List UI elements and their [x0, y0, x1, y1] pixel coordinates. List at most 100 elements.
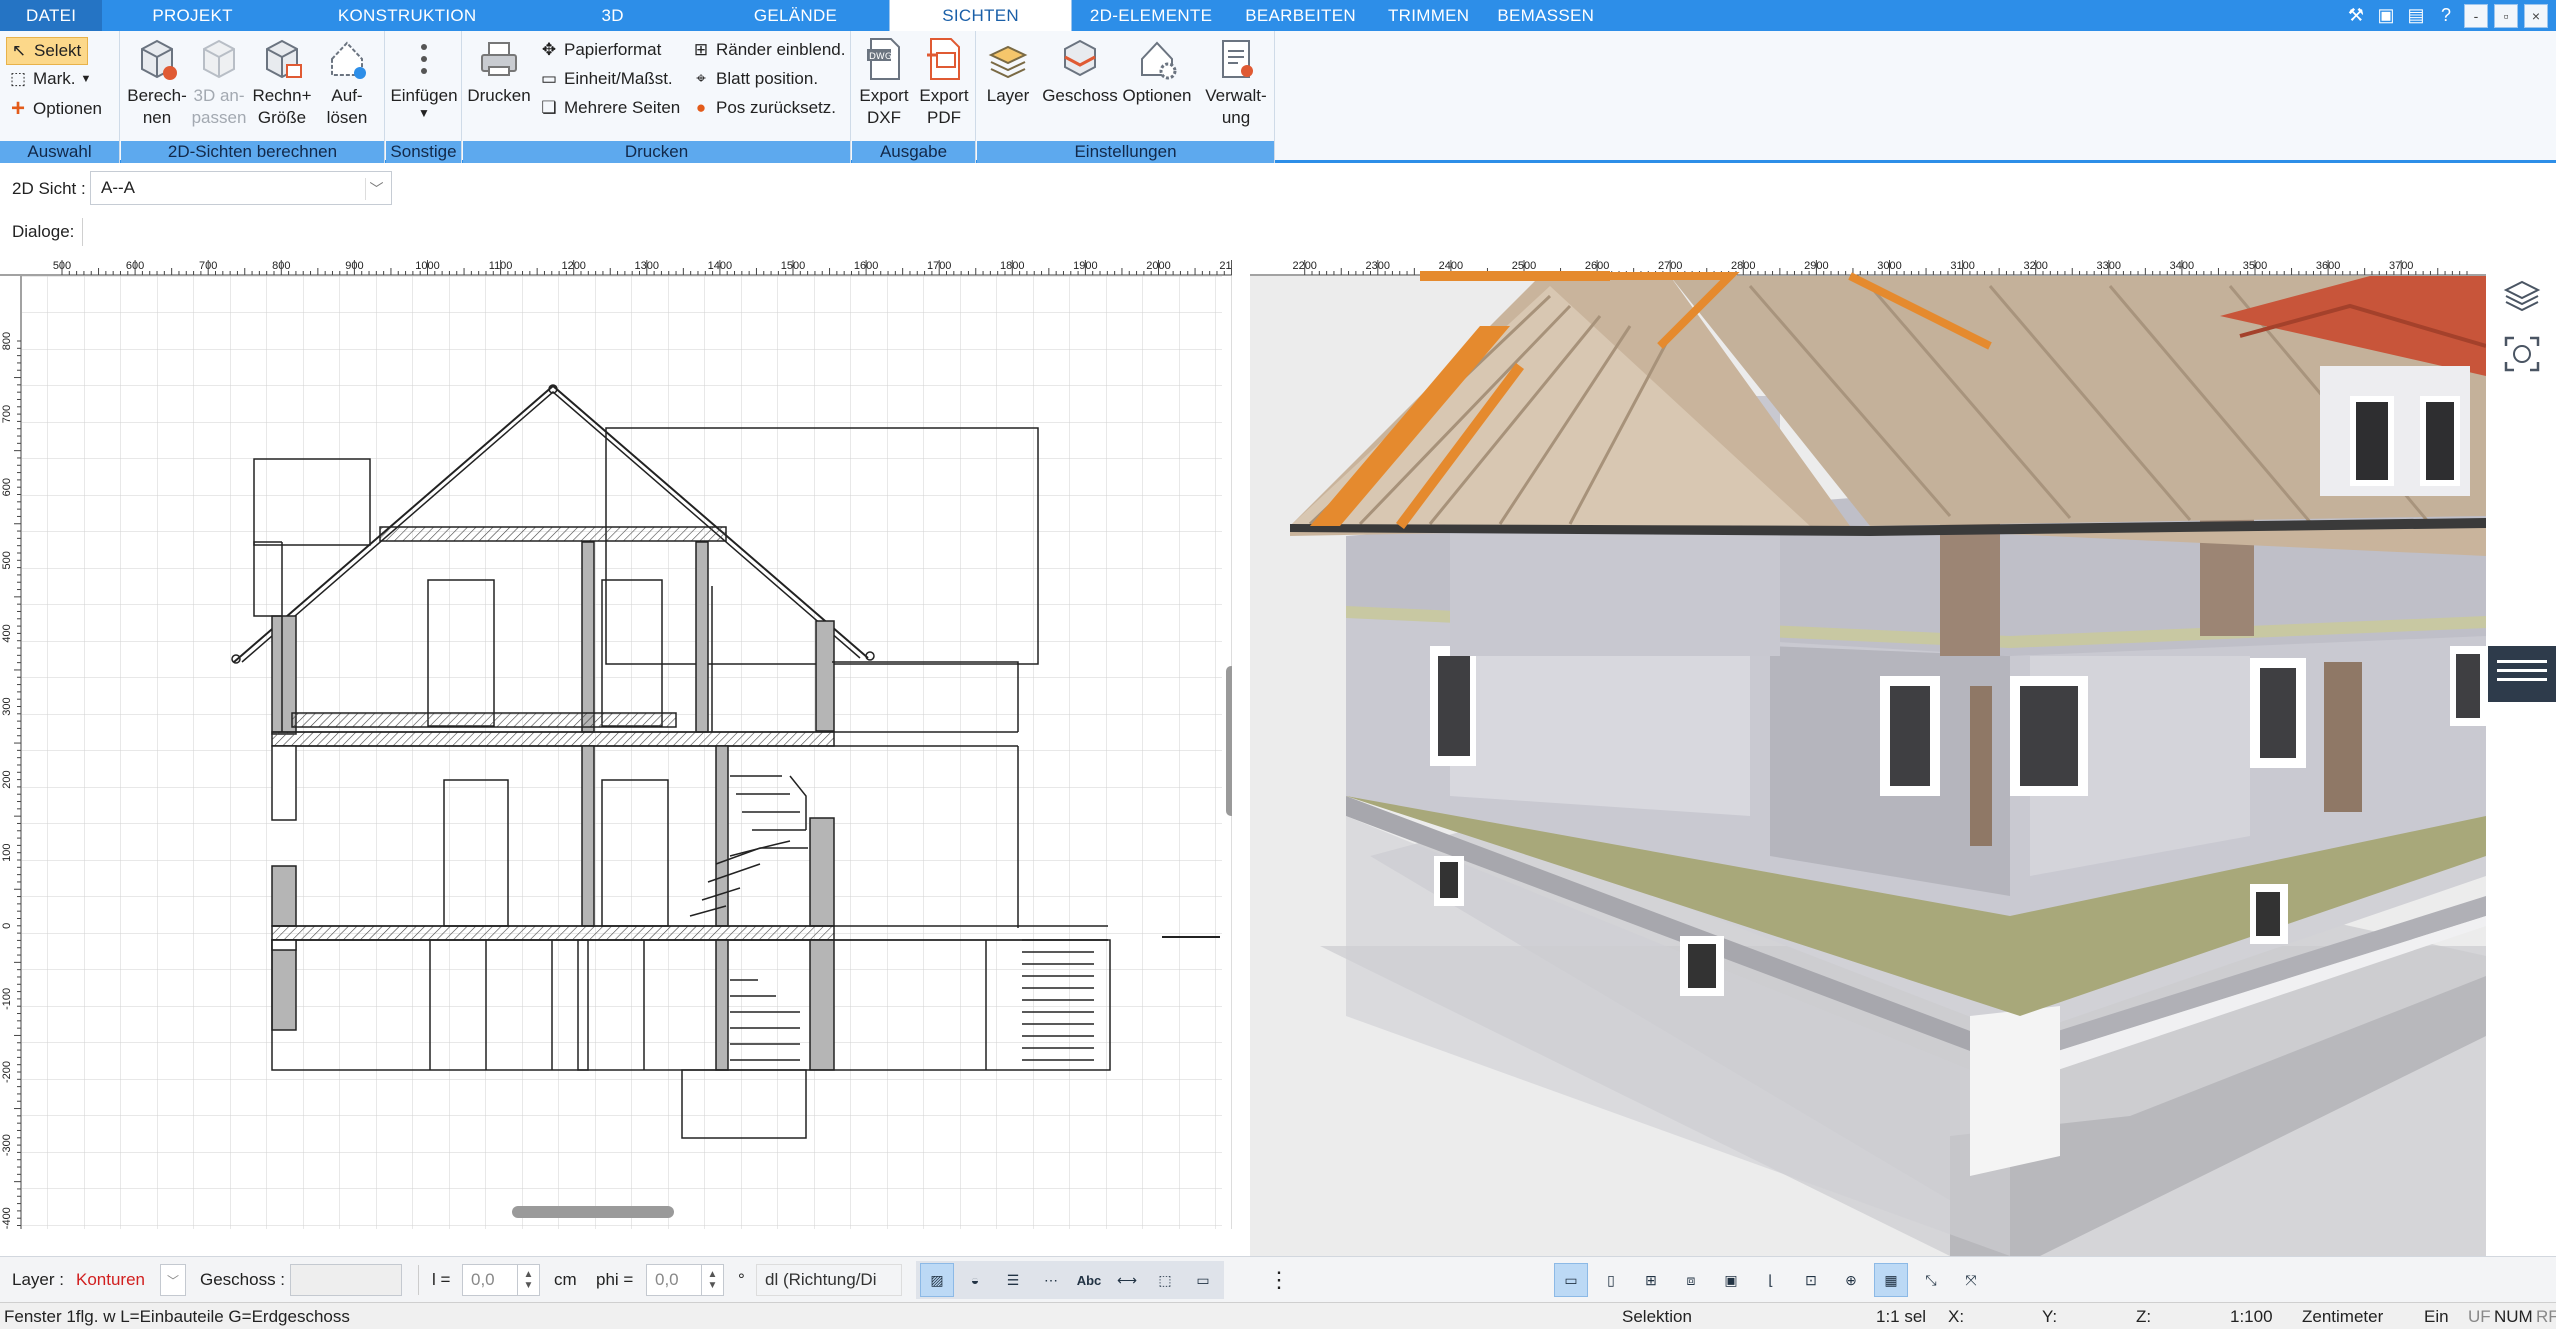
- pos-zuruecksetzen-button[interactable]: ● Pos zurücksetz.: [691, 94, 836, 122]
- length-unit: cm: [554, 1270, 577, 1289]
- tab-2d-elemente[interactable]: 2D-ELEMENTE: [1072, 0, 1231, 31]
- tab-datei[interactable]: DATEI: [0, 0, 103, 31]
- dxf-file-icon: DWG: [867, 38, 900, 80]
- drucken-button[interactable]: Drucken: [467, 35, 531, 107]
- viewport-3d[interactable]: 2200 2300 2400 2500 2600 2700 2800 2900 3000 3100…: [1250, 256, 2486, 1256]
- optionen-einstellungen-button[interactable]: Optionen: [1119, 35, 1195, 107]
- view-image-icon[interactable]: ▣: [1714, 1263, 1748, 1297]
- layers-panel-icon[interactable]: [2500, 272, 2544, 316]
- einheit-massstab-button[interactable]: ▭ Einheit/Maßst.: [539, 65, 673, 93]
- tab-3d[interactable]: 3D: [522, 0, 702, 31]
- view-icon[interactable]: ▤: [2404, 4, 2428, 28]
- tab-trimmen[interactable]: TRIMMEN: [1374, 0, 1483, 31]
- optionen-auswahl-button[interactable]: + Optionen: [8, 95, 102, 123]
- length-input[interactable]: 0,0 ▲ ▼: [462, 1257, 540, 1303]
- aufloesen-button[interactable]: Auf-lösen: [317, 35, 377, 129]
- panel-toggle-handle[interactable]: [2488, 646, 2556, 702]
- property-bar: Layer : Konturen ﹀ Geschoss : l = 0,0 ▲ ▼ …: [0, 1256, 2556, 1302]
- minimize-button[interactable]: -: [2464, 3, 2488, 28]
- window-controls: ⚒ ▣ ▤ ? - ▫ ×: [2344, 0, 2548, 31]
- fit-view-icon[interactable]: [2500, 332, 2544, 376]
- dialog-label: Dialoge:: [12, 222, 75, 241]
- layer-dropdown[interactable]: ﹀: [160, 1257, 186, 1303]
- status-bar: Fenster 1flg. w L=Einbauteile G=Erdgesch…: [0, 1302, 2556, 1329]
- tab-sichten[interactable]: SICHTEN: [889, 0, 1072, 31]
- berechnen-button[interactable]: Berech-nen: [125, 35, 189, 129]
- tab-projekt[interactable]: PROJEKT: [102, 0, 268, 31]
- papierformat-button[interactable]: ✥ Papierformat: [539, 36, 661, 64]
- tab-konstruktion[interactable]: KONSTRUKTION: [268, 0, 522, 31]
- view-section-icon[interactable]: ⧈: [1674, 1263, 1708, 1297]
- phi-input[interactable]: 0,0 ▲ ▼: [646, 1257, 724, 1303]
- group-label-sonstige: Sonstige: [386, 141, 461, 163]
- ruler-tick-label: 700: [1, 405, 13, 423]
- restore-button[interactable]: ▫: [2494, 3, 2518, 28]
- view-center-icon[interactable]: ⊡: [1794, 1263, 1828, 1297]
- geschoss-button[interactable]: Geschoss: [1042, 35, 1118, 107]
- close-button[interactable]: ×: [2524, 3, 2548, 28]
- margins-icon: ⊞: [693, 40, 709, 59]
- group-2d-sichten: Berech-nen 3D an-passen Rechn+ Größe Auf-…: [121, 31, 385, 163]
- vertical-scrollbar[interactable]: [1226, 666, 1236, 816]
- text-abc-icon[interactable]: Abc: [1072, 1263, 1106, 1297]
- horizontal-scrollbar[interactable]: [512, 1206, 674, 1218]
- blatt-position-button[interactable]: ⌖ Blatt position.: [691, 65, 818, 93]
- view-front-icon[interactable]: ▭: [1554, 1263, 1588, 1297]
- ruler-tick-label: 400: [1, 624, 13, 642]
- hatch-icon[interactable]: ▨: [920, 1263, 954, 1297]
- chevron-down-icon: ﹀: [365, 178, 387, 200]
- rechnen-groesse-button[interactable]: Rechn+ Größe: [249, 35, 315, 129]
- tab-bemassen[interactable]: BEMASSEN: [1483, 0, 1608, 31]
- more-vertical-icon[interactable]: ⋮: [1268, 1257, 1290, 1303]
- pdf-file-icon: [927, 38, 960, 80]
- view-corner-icon[interactable]: ⌊: [1754, 1263, 1788, 1297]
- phi-stepper[interactable]: ▲ ▼: [702, 1264, 724, 1296]
- snap-icon[interactable]: ⤡: [1914, 1263, 1948, 1297]
- tools-icon[interactable]: ⚒: [2344, 4, 2368, 28]
- mehrere-seiten-button[interactable]: ❏ Mehrere Seiten: [539, 94, 680, 122]
- tab-bearbeiten[interactable]: BEARBEITEN: [1231, 0, 1374, 31]
- einfuegen-button[interactable]: Einfügen ▼: [388, 35, 460, 119]
- ruler-tick-label: 0: [1, 923, 13, 929]
- layer-button[interactable]: Layer: [981, 35, 1035, 107]
- house-gear-icon: [1141, 41, 1177, 80]
- line-weight-icon[interactable]: ☰: [996, 1263, 1030, 1297]
- house-3d-render[interactable]: 2200 2300 2400 2500 2600 2700 2800 2900 3000 3100…: [1250, 256, 2486, 1256]
- divider: [82, 218, 83, 246]
- view-plan-icon[interactable]: ⊞: [1634, 1263, 1668, 1297]
- tab-gelaende[interactable]: GELÄNDE: [702, 0, 889, 31]
- frame-alt-icon[interactable]: ▭: [1186, 1263, 1220, 1297]
- phi-label: phi =: [596, 1270, 634, 1289]
- view-dropdown[interactable]: A--A ﹀: [90, 171, 392, 205]
- 3d-anpassen-button[interactable]: 3D an-passen: [189, 35, 249, 129]
- line-style-icon[interactable]: ⋯: [1034, 1263, 1068, 1297]
- help-icon[interactable]: ?: [2434, 4, 2458, 28]
- cube-calc-icon: [141, 39, 177, 80]
- selekt-button[interactable]: ↖ Selekt: [6, 37, 89, 65]
- view-label: 2D Sicht :: [12, 179, 86, 198]
- raender-einblenden-button[interactable]: ⊞ Ränder einblend.: [691, 36, 846, 64]
- layers-icon: [988, 45, 1028, 79]
- cursor-x-icon[interactable]: ⤧: [1954, 1263, 1988, 1297]
- geschoss-dropdown[interactable]: [290, 1257, 402, 1303]
- direction-dropdown[interactable]: dl (Richtung/Di: [756, 1257, 902, 1303]
- view-target-icon[interactable]: ⊕: [1834, 1263, 1868, 1297]
- export-pdf-button[interactable]: Export PDF: [912, 35, 976, 129]
- verwaltung-button[interactable]: Verwalt-ung: [1201, 35, 1271, 129]
- dimension-icon[interactable]: ⟷: [1110, 1263, 1144, 1297]
- mark-button[interactable]: ⬚ Mark. ▼: [8, 65, 91, 93]
- house-dissolve-icon: [331, 41, 366, 79]
- frame-icon[interactable]: ⬚: [1148, 1263, 1182, 1297]
- ruler-tick-label: -200: [1, 1061, 13, 1083]
- length-stepper[interactable]: ▲ ▼: [518, 1264, 540, 1296]
- section-drawing[interactable]: 500 600 700 800 900 1000 1100 1200 1300 1400 1500 1…: [0, 256, 1298, 1229]
- view-page-icon[interactable]: ▯: [1594, 1263, 1628, 1297]
- box-icon[interactable]: ▣: [2374, 4, 2398, 28]
- fill-icon[interactable]: ◒: [958, 1263, 992, 1297]
- export-dxf-button[interactable]: DWG Export DXF: [852, 35, 916, 129]
- layer-value[interactable]: Konturen: [76, 1257, 145, 1303]
- pages-icon: ❏: [541, 98, 557, 117]
- dialog-bar: Dialoge:: [0, 212, 2556, 252]
- drawing-canvas-2d[interactable]: 500 600 700 800 900 1000 1100 1200 1300 1400 1500 1…: [0, 256, 1298, 1229]
- grid-icon[interactable]: ▦: [1874, 1263, 1908, 1297]
